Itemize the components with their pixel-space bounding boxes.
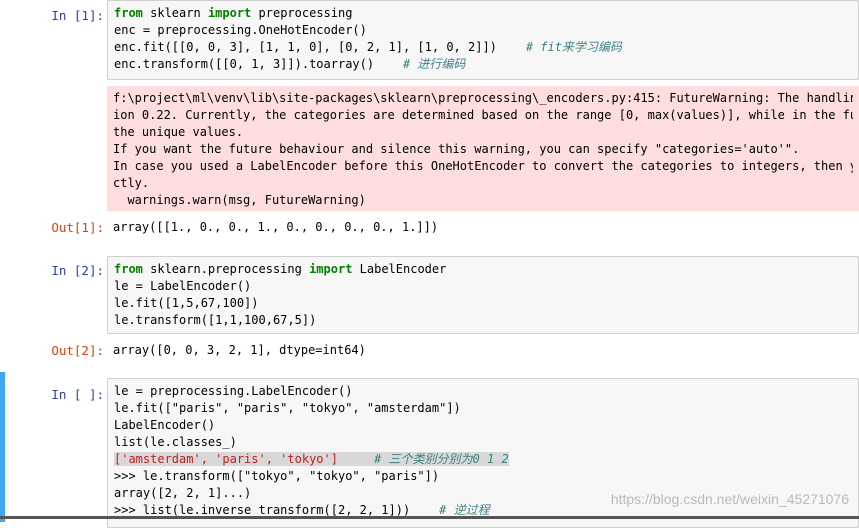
input-prompt: In [ ]: <box>51 387 104 402</box>
code-line: le = LabelEncoder() <box>114 279 252 293</box>
code-line: le.fit([1,5,67,100]) <box>114 296 259 310</box>
code-line: from sklearn.preprocessing import LabelE… <box>114 262 447 276</box>
output-prompt: Out[1]: <box>51 220 104 235</box>
code-line: ['amsterdam', 'paris', 'tokyo'] # 三个类别分别… <box>114 452 509 466</box>
code-input[interactable]: from sklearn import preprocessing enc = … <box>107 0 859 80</box>
cell-output: array([0, 0, 3, 2, 1], dtype=int64) <box>113 343 366 357</box>
code-line: list(le.classes_) <box>114 435 237 449</box>
code-line: enc.fit([[0, 0, 3], [1, 1, 0], [0, 2, 1]… <box>114 40 622 54</box>
code-line: le.fit(["paris", "paris", "tokyo", "amst… <box>114 401 461 415</box>
output-prompt: Out[2]: <box>51 343 104 358</box>
input-prompt: In [1]: <box>51 8 104 23</box>
watermark: https://blog.csdn.net/weixin_45271076 <box>610 491 849 507</box>
code-line: le = preprocessing.LabelEncoder() <box>114 384 353 398</box>
code-line: >>> le.transform(["tokyo", "tokyo", "par… <box>114 469 440 483</box>
notebook-cell-1[interactable]: In [1]: from sklearn import preprocessin… <box>0 0 859 215</box>
code-input[interactable]: from sklearn.preprocessing import LabelE… <box>107 256 859 334</box>
notebook-cell-2[interactable]: In [2]: from sklearn.preprocessing impor… <box>0 256 859 336</box>
cell-output: array([[1., 0., 0., 1., 0., 0., 0., 0., … <box>113 220 439 234</box>
code-line: enc = preprocessing.OneHotEncoder() <box>114 23 367 37</box>
code-line: LabelEncoder() <box>114 418 216 432</box>
code-line: enc.transform([[0, 1, 3]]).toarray() # 进… <box>114 57 466 71</box>
code-line: le.transform([1,1,100,67,5]) <box>114 313 317 327</box>
code-line: from sklearn import preprocessing <box>114 6 353 20</box>
input-prompt: In [2]: <box>51 263 104 278</box>
stderr-output: f:\project\ml\venv\lib\site-packages\skl… <box>107 86 859 211</box>
